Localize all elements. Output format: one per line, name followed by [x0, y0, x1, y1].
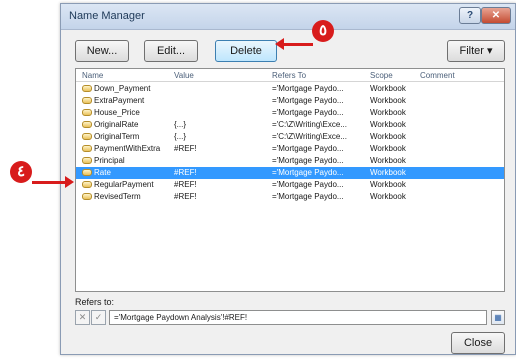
list-row[interactable]: Principal ='Mortgage Paydo... Workbook: [76, 155, 504, 167]
row-name-text: ExtraPayment: [94, 96, 145, 105]
row-scope: Workbook: [370, 84, 406, 93]
row-refers-to: ='Mortgage Paydo...: [272, 180, 344, 189]
row-scope: Workbook: [370, 144, 406, 153]
row-name-text: RevisedTerm: [94, 192, 141, 201]
list-row[interactable]: PaymentWithExtra #REF! ='Mortgage Paydo...…: [76, 143, 504, 155]
row-scope: Workbook: [370, 180, 406, 189]
row-scope: Workbook: [370, 108, 406, 117]
row-name-text: Down_Payment: [94, 84, 151, 93]
row-name: Principal: [82, 156, 125, 165]
new-button[interactable]: New...: [75, 40, 129, 62]
row-scope: Workbook: [370, 168, 406, 177]
row-value: #REF!: [174, 144, 197, 153]
list-row[interactable]: Rate #REF! ='Mortgage Paydo... Workbook: [76, 167, 504, 179]
row-refers-to: ='Mortgage Paydo...: [272, 192, 344, 201]
edit-button[interactable]: Edit...: [144, 40, 198, 62]
names-list[interactable]: Name Value Refers To Scope Comment Down_…: [75, 68, 505, 292]
defined-name-icon: [82, 121, 92, 128]
collapse-dialog-icon[interactable]: ▦: [491, 310, 505, 325]
row-refers-to: ='Mortgage Paydo...: [272, 144, 344, 153]
defined-name-icon: [82, 181, 92, 188]
confirm-edit-icon[interactable]: ✓: [91, 310, 106, 325]
window-title: Name Manager: [69, 10, 145, 22]
name-manager-dialog: Name Manager ? ✕ New... Edit... Delete F…: [60, 3, 516, 355]
help-button[interactable]: ?: [459, 7, 481, 24]
row-name-text: PaymentWithExtra: [94, 144, 161, 153]
row-name: House_Price: [82, 108, 140, 117]
close-button[interactable]: Close: [451, 332, 505, 354]
list-row[interactable]: RevisedTerm #REF! ='Mortgage Paydo... Workb…: [76, 191, 504, 203]
row-refers-to: ='Mortgage Paydo...: [272, 84, 344, 93]
step-callout-select: ٤: [10, 161, 32, 183]
row-value: #REF!: [174, 192, 197, 201]
cancel-edit-icon[interactable]: ✕: [75, 310, 90, 325]
list-row[interactable]: Down_Payment ='Mortgage Paydo... Workbook: [76, 83, 504, 95]
row-refers-to: ='Mortgage Paydo...: [272, 96, 344, 105]
refers-to-input[interactable]: ='Mortgage Paydown Analysis'!#REF!: [109, 310, 487, 325]
refers-to-row: ✕ ✓ ='Mortgage Paydown Analysis'!#REF! ▦: [75, 310, 505, 326]
row-value: {...}: [174, 120, 187, 129]
row-name: RevisedTerm: [82, 192, 141, 201]
list-row[interactable]: RegularPayment #REF! ='Mortgage Paydo... Wo…: [76, 179, 504, 191]
delete-button[interactable]: Delete: [215, 40, 277, 62]
row-name-text: House_Price: [94, 108, 140, 117]
row-name: Down_Payment: [82, 84, 150, 93]
list-row[interactable]: ExtraPayment ='Mortgage Paydo... Workbook: [76, 95, 504, 107]
row-name: OriginalRate: [82, 120, 138, 129]
column-header-refers-to[interactable]: Refers To: [272, 71, 306, 80]
window-close-button[interactable]: ✕: [481, 7, 511, 24]
defined-name-icon: [82, 133, 92, 140]
list-row[interactable]: OriginalRate {...} ='C:\Z\Writing\Exce... W…: [76, 119, 504, 131]
row-name-text: RegularPayment: [94, 180, 154, 189]
refers-to-label: Refers to:: [75, 297, 115, 307]
row-name-text: OriginalRate: [94, 120, 139, 129]
list-header: Name Value Refers To Scope Comment: [76, 69, 504, 82]
row-name-text: OriginalTerm: [94, 132, 140, 141]
row-value: #REF!: [174, 180, 197, 189]
column-header-scope[interactable]: Scope: [370, 71, 393, 80]
column-header-value[interactable]: Value: [174, 71, 194, 80]
row-refers-to: ='Mortgage Paydo...: [272, 168, 344, 177]
defined-name-icon: [82, 85, 92, 92]
row-refers-to: ='Mortgage Paydo...: [272, 156, 344, 165]
row-name: PaymentWithExtra: [82, 144, 160, 153]
row-name: OriginalTerm: [82, 132, 139, 141]
step-callout-delete: ٥: [312, 20, 334, 42]
row-name: ExtraPayment: [82, 96, 144, 105]
column-header-name[interactable]: Name: [82, 71, 103, 80]
title-bar: Name Manager ? ✕: [61, 4, 515, 30]
row-name-text: Rate: [94, 168, 111, 177]
row-name: Rate: [82, 168, 111, 177]
row-refers-to: ='C:\Z\Writing\Exce...: [272, 132, 347, 141]
row-name: RegularPayment: [82, 180, 154, 189]
list-row[interactable]: House_Price ='Mortgage Paydo... Workbook: [76, 107, 504, 119]
list-row[interactable]: OriginalTerm {...} ='C:\Z\Writing\Exce... W…: [76, 131, 504, 143]
filter-button[interactable]: Filter ▾: [447, 40, 505, 62]
row-value: {...}: [174, 132, 187, 141]
defined-name-icon: [82, 169, 92, 176]
row-name-text: Principal: [94, 156, 125, 165]
row-value: #REF!: [174, 168, 197, 177]
row-scope: Workbook: [370, 120, 406, 129]
row-refers-to: ='C:\Z\Writing\Exce...: [272, 120, 347, 129]
row-refers-to: ='Mortgage Paydo...: [272, 108, 344, 117]
callout-arrow-delete: [275, 38, 313, 50]
row-scope: Workbook: [370, 156, 406, 165]
defined-name-icon: [82, 145, 92, 152]
callout-arrow-select: [32, 176, 74, 188]
defined-name-icon: [82, 193, 92, 200]
defined-name-icon: [82, 157, 92, 164]
defined-name-icon: [82, 97, 92, 104]
row-scope: Workbook: [370, 132, 406, 141]
defined-name-icon: [82, 109, 92, 116]
row-scope: Workbook: [370, 96, 406, 105]
column-header-comment[interactable]: Comment: [420, 71, 455, 80]
row-scope: Workbook: [370, 192, 406, 201]
